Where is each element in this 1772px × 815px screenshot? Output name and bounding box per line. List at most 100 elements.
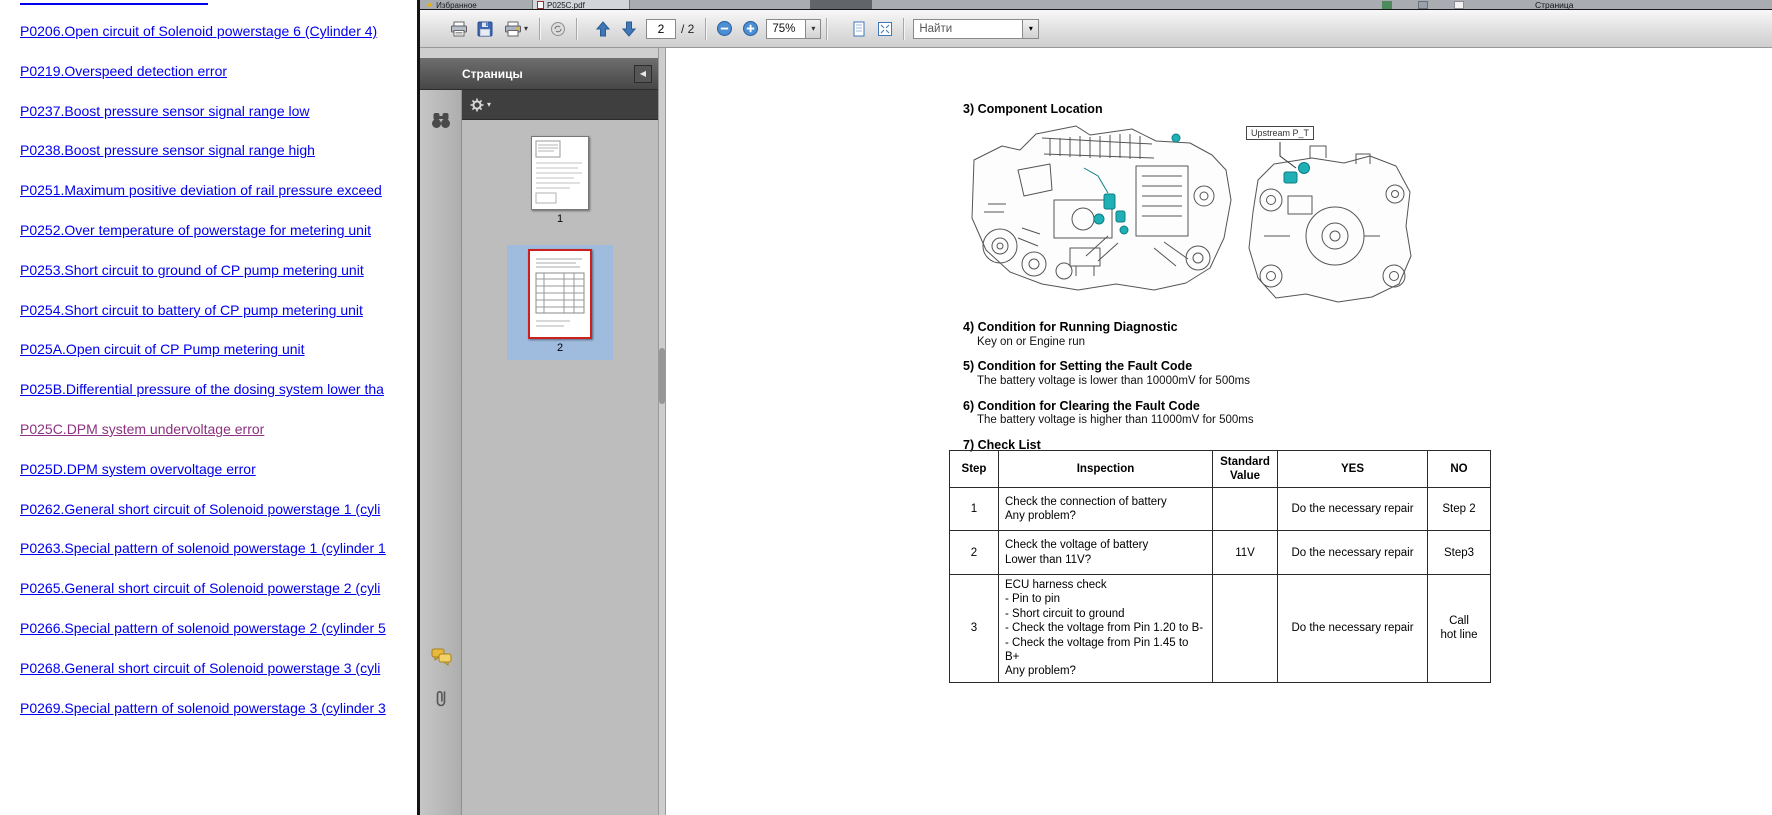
print-button[interactable] (446, 16, 472, 42)
pdf-page-view: 3) Component Location (666, 48, 1772, 815)
favorites-label: Избранное (436, 1, 477, 10)
chevron-down-icon: ▾ (524, 25, 528, 33)
tab-strip-end (810, 0, 872, 10)
col-inspection-header: Inspection (999, 451, 1213, 488)
section-6-heading: 6) Condition for Clearing the Fault Code (963, 399, 1200, 413)
thumbnails-toolbar: ▾ (462, 90, 658, 120)
yes-cell: Do the necessary repair (1278, 531, 1428, 575)
fault-code-link-p0219[interactable]: P0219.Overspeed detection error (20, 52, 418, 92)
splitter-handle[interactable] (659, 348, 665, 404)
section-5-body: The battery voltage is lower than 10000m… (977, 375, 1250, 387)
toolbar-separator (539, 18, 540, 40)
page-menu[interactable]: Страница (1535, 0, 1574, 10)
page-thumbnail-2[interactable]: 2 (507, 245, 613, 360)
no-cell: Step 2 (1428, 488, 1491, 531)
diagram-callout-upstream: Upstream P_T (1246, 126, 1314, 140)
standard-value-cell: 11V (1213, 531, 1278, 575)
check-row-3: 3 ECU harness check - Pin to pin - Short… (950, 575, 1491, 683)
zoom-out-icon (716, 20, 733, 37)
pdf-viewer-frame: ★ Избранное P025C.pdf Страница (420, 0, 1772, 815)
zoom-out-button[interactable] (711, 16, 737, 42)
toolbar-separator (826, 18, 827, 40)
zoom-level-select[interactable]: 75% ▾ (766, 19, 821, 39)
comments-bubble-icon (431, 647, 452, 666)
fault-code-link-p0238[interactable]: P0238.Boost pressure sensor signal range… (20, 131, 418, 171)
step-cell: 3 (950, 575, 999, 683)
check-row-1: 1 Check the connection of battery Any pr… (950, 488, 1491, 531)
fault-code-link-p0251[interactable]: P0251.Maximum positive deviation of rail… (20, 171, 418, 211)
find-box: ▾ (913, 19, 1039, 39)
search-panel-button[interactable] (427, 106, 455, 134)
engine-diagram (958, 108, 1438, 308)
zoom-in-button[interactable] (737, 16, 763, 42)
collaborate-button[interactable] (545, 16, 571, 42)
fault-code-link-p0254[interactable]: P0254.Short circuit to battery of CP pum… (20, 291, 418, 331)
tab-title: P025C.pdf (547, 1, 585, 10)
col-yes-header: YES (1278, 451, 1428, 488)
fault-code-link-p0253[interactable]: P0253.Short circuit to ground of CP pump… (20, 251, 418, 291)
scrolling-mode-button[interactable] (846, 16, 872, 42)
collapse-arrow-icon: ◀ (640, 69, 646, 78)
save-button[interactable] (472, 16, 498, 42)
next-page-button[interactable] (616, 16, 642, 42)
check-list-table: Step Inspection Standard Value YES NO 1 … (949, 450, 1491, 683)
fault-code-link-p0262[interactable]: P0262.General short circuit of Solenoid … (20, 490, 418, 530)
previous-page-button[interactable] (590, 16, 616, 42)
pane-splitter[interactable] (658, 48, 666, 815)
arrow-up-icon (596, 21, 610, 37)
find-input[interactable] (913, 19, 1023, 39)
page-thumbnail-1[interactable]: 1 (507, 132, 613, 231)
fault-code-link-p0265[interactable]: P0265.General short circuit of Solenoid … (20, 569, 418, 609)
col-step-header: Step (950, 451, 999, 488)
fault-code-link-p025a[interactable]: P025A.Open circuit of CP Pump metering u… (20, 330, 418, 370)
inspection-cell: Check the connection of battery Any prob… (999, 488, 1213, 531)
fault-code-link-p0206[interactable]: P0206.Open circuit of Solenoid powerstag… (20, 12, 418, 52)
favorites-button[interactable]: ★ Избранное (426, 0, 477, 10)
section-4-body: Key on or Engine run (977, 336, 1085, 348)
fit-window-button[interactable] (872, 16, 898, 42)
fault-code-link-p025d[interactable]: P025D.DPM system overvoltage error (20, 450, 418, 490)
no-cell: Call hot line (1428, 575, 1491, 683)
scrolling-page-icon (851, 21, 867, 37)
panel-options-button[interactable]: ▾ (470, 98, 491, 112)
no-cell: Step3 (1428, 531, 1491, 575)
tab-p025c-pdf[interactable]: P025C.pdf (532, 0, 630, 10)
attachments-panel-button[interactable] (427, 684, 455, 712)
page-thumbnails-list: 1 (462, 120, 658, 815)
print-alt-button[interactable]: ▾ (498, 16, 534, 42)
col-standard-value-header: Standard Value (1213, 451, 1278, 488)
fault-code-link-p0252[interactable]: P0252.Over temperature of powerstage for… (20, 211, 418, 251)
thumbnails-panel: ▾ (462, 90, 658, 815)
collapse-pane-button[interactable]: ◀ (634, 65, 652, 83)
fault-code-link-p0269[interactable]: P0269.Special pattern of solenoid powers… (20, 689, 418, 729)
pages-panel-title: Страницы (462, 67, 523, 81)
standard-value-cell (1213, 488, 1278, 531)
floppy-disk-icon (477, 21, 493, 37)
home-icon[interactable] (1382, 1, 1392, 9)
gear-icon (470, 98, 484, 112)
thumbnail-page-image (528, 249, 592, 339)
fault-code-link-p025b[interactable]: P025B.Differential pressure of the dosin… (20, 370, 418, 410)
binoculars-icon (430, 111, 452, 129)
fault-code-link-p0263[interactable]: P0263.Special pattern of solenoid powers… (20, 529, 418, 569)
page-command-icon[interactable] (1454, 1, 1464, 9)
print-command-icon[interactable] (1418, 1, 1428, 9)
browser-tab-strip: ★ Избранное P025C.pdf Страница (420, 0, 1772, 10)
chevron-down-icon: ▾ (811, 25, 815, 33)
find-options-button[interactable]: ▾ (1023, 19, 1039, 39)
step-cell: 2 (950, 531, 999, 575)
fault-code-link-p0268[interactable]: P0268.General short circuit of Solenoid … (20, 649, 418, 689)
page-number-input[interactable] (646, 19, 676, 39)
sync-circle-icon (549, 21, 567, 37)
fault-code-link-p0266[interactable]: P0266.Special pattern of solenoid powers… (20, 609, 418, 649)
paperclip-icon (434, 688, 448, 709)
fault-code-link-p025c[interactable]: P025C.DPM system undervoltage error (20, 410, 418, 450)
pdf-file-icon (537, 1, 544, 9)
inspection-cell: ECU harness check - Pin to pin - Short c… (999, 575, 1213, 683)
check-row-2: 2 Check the voltage of battery Lower tha… (950, 531, 1491, 575)
toolbar-separator (705, 18, 706, 40)
fit-page-icon (877, 21, 893, 37)
comments-panel-button[interactable] (427, 642, 455, 670)
fault-code-link-p0237[interactable]: P0237.Boost pressure sensor signal range… (20, 92, 418, 132)
zoom-dropdown-button[interactable]: ▾ (806, 19, 821, 39)
